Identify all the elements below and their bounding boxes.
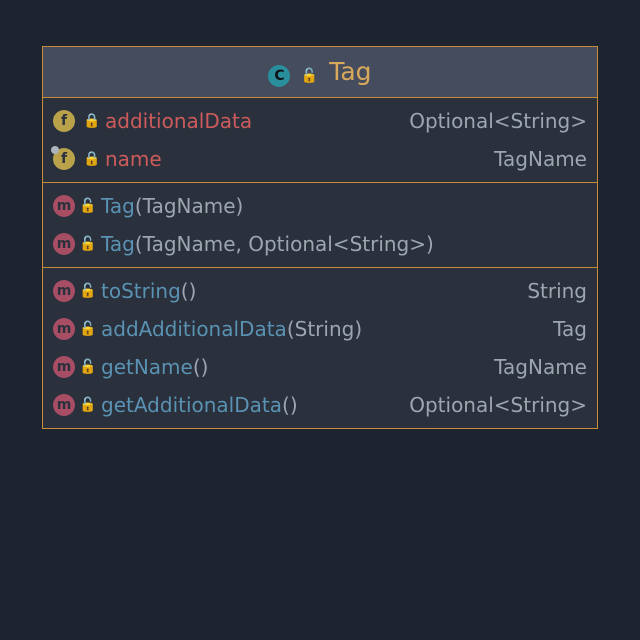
method-params: TagName <box>143 193 236 219</box>
class-icon: C <box>268 65 290 87</box>
method-params: TagName, Optional<String> <box>143 231 426 257</box>
unlock-icon: 🔓 <box>79 278 93 304</box>
paren-open: ( <box>135 231 143 257</box>
unlock-icon: 🔓 <box>79 354 93 380</box>
paren-close: ) <box>201 354 209 380</box>
lock-icon: 🔒 <box>83 146 97 172</box>
paren-open: ( <box>135 193 143 219</box>
field-icon: f <box>53 110 75 132</box>
final-marker-icon <box>51 146 59 154</box>
constructor-row: m🔓 Tag(TagName, Optional<String>) <box>43 225 597 263</box>
method-icon: m <box>53 195 75 217</box>
paren-close: ) <box>426 231 434 257</box>
method-row: m🔓 getAdditionalData() Optional<String> <box>43 386 597 424</box>
method-icon: m <box>53 356 75 378</box>
method-name: Tag <box>101 231 135 257</box>
paren-open: ( <box>193 354 201 380</box>
methods-section: m🔓toString()Stringm🔓addAdditionalData(St… <box>43 268 597 428</box>
method-params: String <box>295 316 355 342</box>
class-header: C 🔓 Tag <box>43 47 597 98</box>
field-row: f🔒 name TagName <box>43 140 597 178</box>
return-type: Tag <box>553 316 587 342</box>
paren-close: ) <box>354 316 362 342</box>
field-name: additionalData <box>105 108 252 134</box>
field-icon-wrap: f <box>53 110 79 132</box>
unlock-icon: 🔓 <box>301 68 315 84</box>
paren-close: ) <box>189 278 197 304</box>
field-type: TagName <box>494 146 587 172</box>
field-icon-wrap: f <box>53 148 79 170</box>
paren-open: ( <box>287 316 295 342</box>
paren-close: ) <box>290 392 298 418</box>
paren-open: ( <box>282 392 290 418</box>
unlock-icon: 🔓 <box>79 392 93 418</box>
constructors-section: m🔓 Tag(TagName) m🔓 Tag(TagName, Optional<St… <box>43 183 597 268</box>
method-icon: m <box>53 233 75 255</box>
method-name: addAdditionalData <box>101 316 287 342</box>
uml-class-diagram: C 🔓 Tag f🔒additionalDataOptional<String>… <box>42 46 598 429</box>
method-name: toString <box>101 278 181 304</box>
constructor-row: m🔓 Tag(TagName) <box>43 187 597 225</box>
method-name: Tag <box>101 193 135 219</box>
paren-close: ) <box>236 193 244 219</box>
paren-open: ( <box>181 278 189 304</box>
unlock-icon: 🔓 <box>79 193 93 219</box>
return-type: TagName <box>494 354 587 380</box>
field-name: name <box>105 146 162 172</box>
method-icon: m <box>53 318 75 340</box>
method-icon: m <box>53 280 75 302</box>
unlock-icon: 🔓 <box>79 231 93 257</box>
class-name: Tag <box>329 57 371 86</box>
return-type: Optional<String> <box>409 392 587 418</box>
method-name: getName <box>101 354 193 380</box>
method-name: getAdditionalData <box>101 392 282 418</box>
method-row: m🔓 getName() TagName <box>43 348 597 386</box>
unlock-icon: 🔓 <box>79 316 93 342</box>
method-row: m🔓 addAdditionalData(String) Tag <box>43 310 597 348</box>
field-row: f 🔒 additionalData Optional<String> <box>43 102 597 140</box>
method-row: m🔓 toString() String <box>43 272 597 310</box>
field-type: Optional<String> <box>409 108 587 134</box>
return-type: String <box>527 278 587 304</box>
lock-icon: 🔒 <box>83 108 97 134</box>
method-icon: m <box>53 394 75 416</box>
fields-section: f🔒additionalDataOptional<String>f🔒nameTa… <box>43 98 597 183</box>
